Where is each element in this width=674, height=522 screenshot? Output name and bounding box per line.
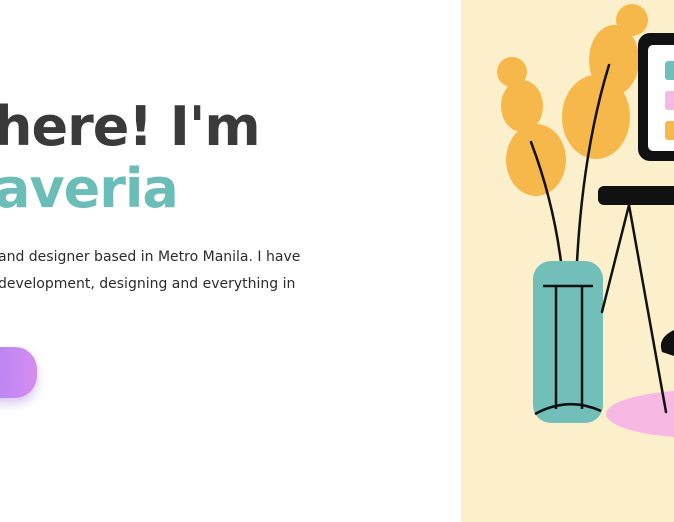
hero-illustration-panel — [461, 0, 674, 522]
greeting-text: here! I'm — [0, 95, 261, 158]
hero-text-section: here! I'm averia and designer based in M… — [0, 0, 461, 522]
portfolio-hero: here! I'm averia and designer based in M… — [0, 0, 674, 522]
hero-headline: here! I'm averia — [0, 95, 261, 220]
workspace-illustration — [497, 4, 674, 438]
cta-button[interactable] — [0, 347, 37, 398]
monitor-icon — [638, 33, 674, 161]
intro-paragraph: and designer based in Metro Manila. I ha… — [0, 244, 300, 298]
intro-line: development, designing and everything in — [0, 276, 296, 292]
plant-in-vase-icon — [497, 4, 648, 423]
desk-icon — [598, 186, 674, 414]
name-text: averia — [0, 157, 179, 220]
intro-line: and designer based in Metro Manila. I ha… — [0, 249, 301, 265]
